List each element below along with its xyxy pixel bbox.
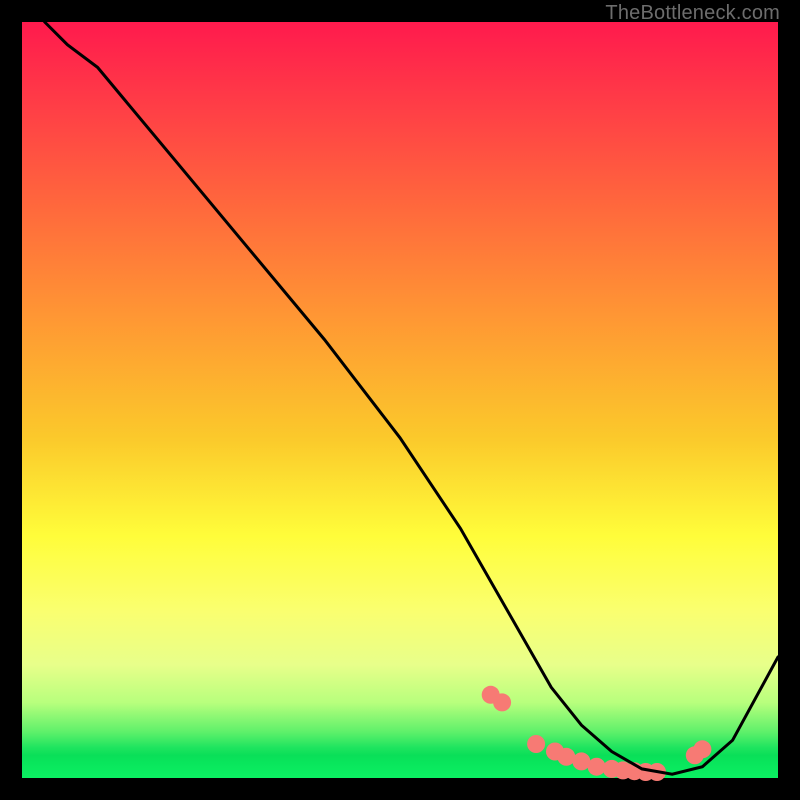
marker-dots — [482, 686, 712, 781]
marker-dot — [588, 758, 606, 776]
chart-frame: TheBottleneck.com — [0, 0, 800, 800]
bottleneck-curve — [45, 22, 778, 774]
marker-dot — [693, 740, 711, 758]
watermark-text: TheBottleneck.com — [605, 2, 780, 25]
marker-dot — [493, 693, 511, 711]
marker-dot — [527, 735, 545, 753]
chart-svg — [22, 22, 778, 778]
